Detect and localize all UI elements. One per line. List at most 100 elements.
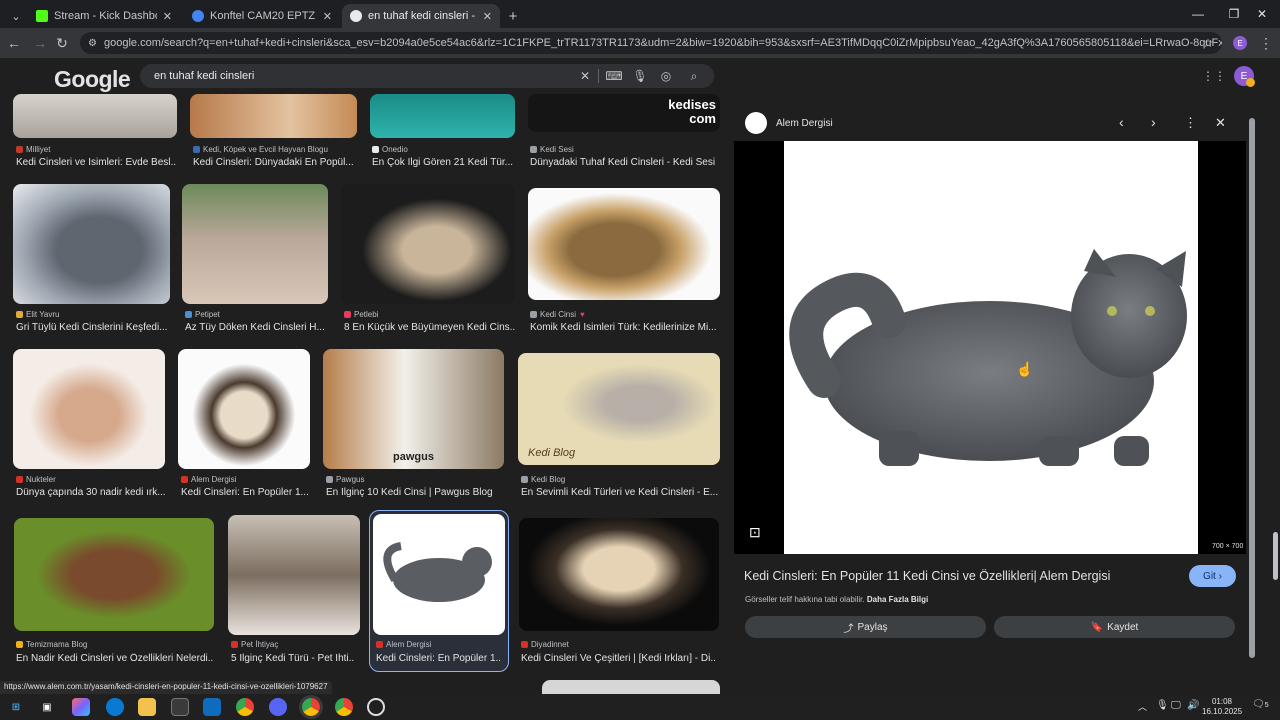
address-bar[interactable]: ⚙ google.com/search?q=en+tuhaf+kedi+cins… [80, 32, 1222, 54]
forward-icon[interactable]: → [30, 33, 50, 53]
close-icon[interactable]: ✕ [163, 10, 172, 23]
result-caption[interactable]: 5 İlginç Kedi Türü - Pet İhti... [231, 653, 355, 664]
bookmark-star-icon[interactable]: ☆ [1198, 33, 1218, 53]
result-caption[interactable]: En İlginç 10 Kedi Cinsi | Pawgus Blog [326, 487, 504, 498]
tab-konftel[interactable]: Konftel CAM20 EPTZ Webcam | ✕ [184, 4, 340, 28]
close-preview-icon[interactable]: ✕ [1215, 115, 1226, 131]
profile-avatar[interactable]: E [1230, 33, 1250, 53]
preview-source-name[interactable]: Alem Dergisi [776, 118, 833, 129]
tray-chevron-icon[interactable]: ︿ [1138, 700, 1147, 713]
result-caption[interactable]: 8 En Küçük ve Büyümeyen Kedi Cins... [344, 322, 515, 333]
result-thumbnail[interactable] [228, 515, 360, 635]
result-caption[interactable]: En Çok İlgi Gören 21 Kedi Tür... [372, 157, 517, 168]
site-info-icon[interactable]: ⚙ [88, 38, 97, 49]
search-icon[interactable]: ⌕ [686, 68, 702, 84]
result-source[interactable]: Petipet [185, 310, 220, 319]
result-caption[interactable]: Kedi Cinsleri: Dünyadaki En Popül... [193, 157, 357, 168]
task-view-icon[interactable]: ▣ [38, 698, 56, 716]
result-caption[interactable]: Komik Kedi İsimleri Türk: Kedilerinize M… [530, 322, 720, 333]
result-caption[interactable]: Kedi Cinsleri: En Popüler 1... [376, 653, 500, 664]
close-icon[interactable]: ✕ [483, 10, 492, 23]
volume-icon[interactable]: 🔊 [1187, 700, 1199, 711]
reload-icon[interactable]: ↻ [52, 33, 72, 53]
google-logo[interactable]: Google [54, 66, 131, 93]
page-scrollbar[interactable] [1270, 96, 1280, 694]
result-thumbnail[interactable] [373, 514, 505, 635]
lens-icon[interactable]: ◎ [658, 68, 674, 84]
result-source[interactable]: Pet İhtiyaç [231, 640, 278, 649]
result-source[interactable]: Onedio [372, 145, 408, 154]
share-button[interactable]: ⤴ Paylaş [745, 616, 986, 638]
obs-icon[interactable] [367, 698, 385, 716]
file-explorer-icon[interactable] [138, 698, 156, 716]
learn-more-link[interactable]: Daha Fazla Bilgi [867, 595, 928, 604]
result-thumbnail[interactable] [528, 188, 720, 300]
minimize-icon[interactable]: — [1180, 0, 1216, 28]
system-clock[interactable]: 01:08 16.10.2025 [1202, 697, 1242, 717]
result-thumbnail[interactable] [182, 184, 328, 304]
next-icon[interactable]: › [1151, 114, 1156, 130]
tab-search-button[interactable]: ⌄ [4, 4, 28, 28]
result-thumbnail[interactable] [14, 518, 214, 631]
edge-icon[interactable] [106, 698, 124, 716]
result-source[interactable]: Alem Dergisi [181, 475, 236, 484]
result-caption[interactable]: Kedi Cinsleri: En Popüler 1... [181, 487, 310, 498]
result-caption[interactable]: En Sevimli Kedi Türleri ve Kedi Cinsleri… [521, 487, 720, 498]
start-icon[interactable]: ⊞ [7, 698, 25, 716]
close-icon[interactable]: ✕ [323, 10, 332, 23]
result-thumbnail[interactable]: Kedi Blog [518, 353, 720, 465]
result-thumbnail[interactable] [190, 94, 357, 138]
new-tab-button[interactable]: + [502, 4, 524, 28]
result-thumbnail[interactable] [178, 349, 310, 469]
result-thumbnail[interactable] [341, 184, 515, 304]
result-thumbnail[interactable] [519, 518, 719, 631]
microphone-tray-icon[interactable]: 🎙 [1156, 700, 1169, 711]
store-icon[interactable] [171, 698, 189, 716]
chrome-active-icon[interactable] [299, 695, 323, 719]
result-source[interactable]: Kedi Blog [521, 475, 565, 484]
result-caption[interactable]: Az Tüy Döken Kedi Cinsleri H... [185, 322, 328, 333]
more-options-icon[interactable]: ⋮ [1184, 115, 1197, 131]
preview-title[interactable]: Kedi Cinsleri: En Popüler 11 Kedi Cinsi … [744, 569, 1184, 583]
result-thumbnail[interactable]: pawgus [323, 349, 504, 469]
clear-icon[interactable]: ✕ [577, 68, 593, 84]
result-thumbnail[interactable] [370, 94, 515, 138]
result-source[interactable]: Pawgus [326, 475, 364, 484]
scrollbar-thumb[interactable] [1249, 118, 1255, 658]
discord-icon[interactable] [269, 698, 287, 716]
result-thumbnail[interactable] [13, 94, 177, 138]
result-source[interactable]: Temizmama Blog [16, 640, 87, 649]
previous-icon[interactable]: ‹ [1119, 114, 1124, 130]
tab-google[interactable]: en tuhaf kedi cinsleri - Google ✕ [342, 4, 500, 28]
result-source[interactable]: Kedi Cinsi ♥ [530, 310, 585, 319]
result-caption[interactable]: Kedi Cinsleri Ve Çeşitleri | [Kedi Irkla… [521, 653, 716, 664]
chrome-profile-icon[interactable] [335, 698, 353, 716]
menu-icon[interactable]: ⋮ [1256, 33, 1276, 53]
microphone-icon[interactable]: 🎙 [632, 68, 648, 84]
scrollbar-thumb[interactable] [1273, 532, 1278, 580]
keyboard-icon[interactable]: ⌨ [605, 68, 622, 84]
panel-scrollbar[interactable] [1248, 104, 1258, 680]
chrome-icon[interactable] [236, 698, 254, 716]
network-icon[interactable]: 🖵 [1171, 700, 1181, 711]
result-caption[interactable]: Gri Tüylü Kedi Cinslerini Keşfedi... [16, 322, 170, 333]
save-button[interactable]: 🔖 Kaydet [994, 616, 1235, 638]
result-source[interactable]: Diyadinnet [521, 640, 569, 649]
copilot-icon[interactable] [72, 698, 90, 716]
preview-image[interactable] [784, 141, 1198, 554]
result-source[interactable]: Nukteler [16, 475, 56, 484]
outlook-icon[interactable] [203, 698, 221, 716]
result-thumbnail[interactable] [542, 680, 720, 694]
close-window-icon[interactable]: ✕ [1244, 0, 1280, 28]
tab-kick[interactable]: Stream - Kick Dashboard ✕ [28, 4, 180, 28]
result-caption[interactable]: Dünya çapında 30 nadir kedi ırk... [16, 487, 165, 498]
result-caption[interactable]: Kedi Cinsleri ve İsimleri: Evde Besl... [16, 157, 176, 168]
back-icon[interactable]: ← [4, 33, 24, 53]
lens-search-icon[interactable]: ⊡ [749, 524, 761, 541]
notifications-icon[interactable]: 🗨5 [1252, 699, 1269, 710]
result-source[interactable]: Kedi Sesi [530, 145, 574, 154]
result-source[interactable]: Alem Dergisi [376, 640, 431, 649]
apps-grid-icon[interactable]: ⋮⋮ [1202, 68, 1226, 84]
result-thumbnail[interactable]: kedises com [528, 94, 720, 132]
result-thumbnail[interactable] [13, 349, 165, 469]
